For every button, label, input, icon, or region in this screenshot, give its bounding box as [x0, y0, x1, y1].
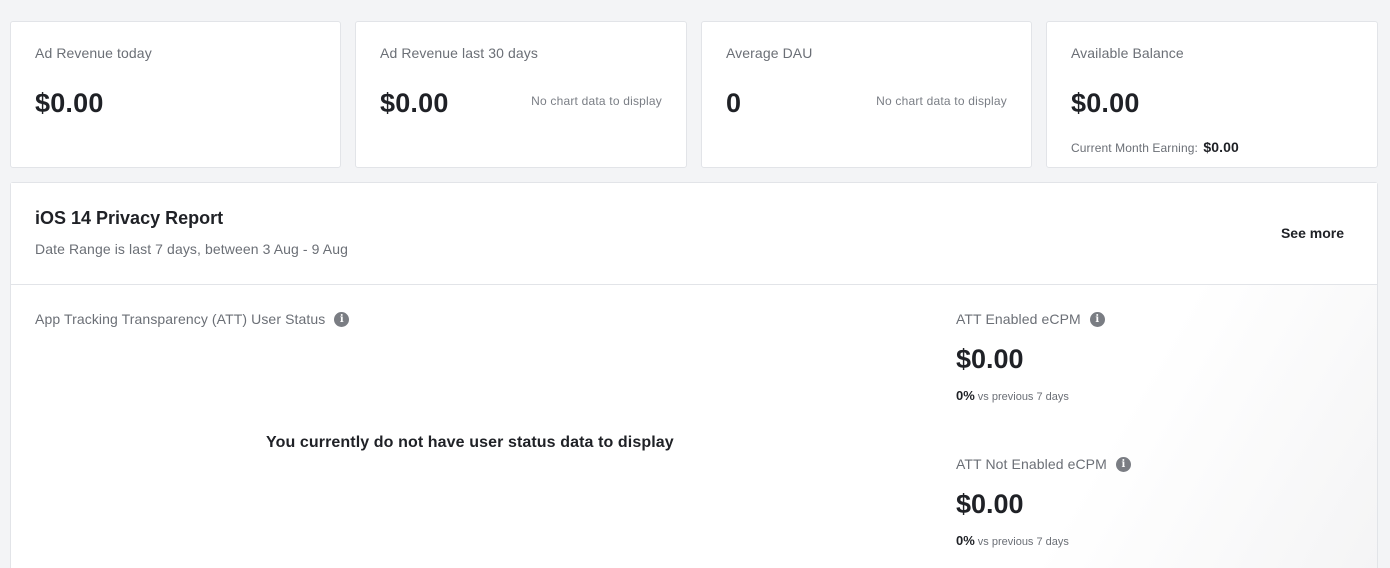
att-not-enabled-ecpm-text: ATT Not Enabled eCPM — [956, 456, 1107, 472]
see-more-link[interactable]: See more — [1281, 225, 1344, 241]
change-label: vs previous 7 days — [977, 536, 1069, 548]
change-percent: 0% — [956, 388, 975, 403]
report-date-range: Date Range is last 7 days, between 3 Aug… — [35, 241, 348, 257]
att-not-enabled-ecpm-change: 0% vs previous 7 days — [956, 533, 1069, 548]
stat-label: Average DAU — [726, 45, 813, 61]
empty-state-message: You currently do not have user status da… — [266, 434, 674, 451]
att-user-status-text: App Tracking Transparency (ATT) User Sta… — [35, 311, 326, 327]
change-label: vs previous 7 days — [977, 391, 1069, 403]
stat-label: Available Balance — [1071, 45, 1184, 61]
att-not-enabled-ecpm-value: $0.00 — [956, 489, 1024, 519]
no-chart-message: No chart data to display — [531, 94, 662, 108]
average-dau-card: Average DAU 0 No chart data to display — [701, 21, 1032, 168]
available-balance-card: Available Balance $0.00 Current Month Ea… — [1046, 21, 1378, 168]
stat-label: Ad Revenue last 30 days — [380, 45, 538, 61]
info-icon[interactable]: i — [1115, 456, 1131, 472]
stat-value: $0.00 — [380, 88, 449, 118]
stat-value: 0 — [726, 88, 742, 118]
dashboard: Ad Revenue today $0.00 Ad Revenue last 3… — [0, 0, 1390, 568]
report-title: iOS 14 Privacy Report — [35, 208, 224, 228]
stat-value: $0.00 — [35, 88, 104, 118]
stat-label: Ad Revenue today — [35, 45, 152, 61]
att-enabled-ecpm-label: ATT Enabled eCPM i — [956, 311, 1105, 327]
change-percent: 0% — [956, 533, 975, 548]
info-icon[interactable]: i — [334, 311, 350, 327]
ad-revenue-30-days-card: Ad Revenue last 30 days $0.00 No chart d… — [355, 21, 687, 168]
privacy-report-panel: iOS 14 Privacy Report Date Range is last… — [10, 182, 1378, 568]
att-not-enabled-ecpm-label: ATT Not Enabled eCPM i — [956, 456, 1131, 472]
report-header: iOS 14 Privacy Report Date Range is last… — [11, 183, 1377, 285]
att-enabled-ecpm-value: $0.00 — [956, 344, 1024, 374]
att-enabled-ecpm-change: 0% vs previous 7 days — [956, 388, 1069, 403]
current-month-label: Current Month Earning: — [1071, 141, 1198, 155]
info-icon[interactable]: i — [1089, 311, 1105, 327]
current-month-earning: Current Month Earning: $0.00 — [1071, 139, 1239, 155]
att-enabled-ecpm-text: ATT Enabled eCPM — [956, 311, 1081, 327]
att-user-status-label: App Tracking Transparency (ATT) User Sta… — [35, 311, 350, 327]
stat-value: $0.00 — [1071, 88, 1140, 118]
current-month-value: $0.00 — [1203, 139, 1239, 155]
no-chart-message: No chart data to display — [876, 94, 1007, 108]
ad-revenue-today-card: Ad Revenue today $0.00 — [10, 21, 341, 168]
